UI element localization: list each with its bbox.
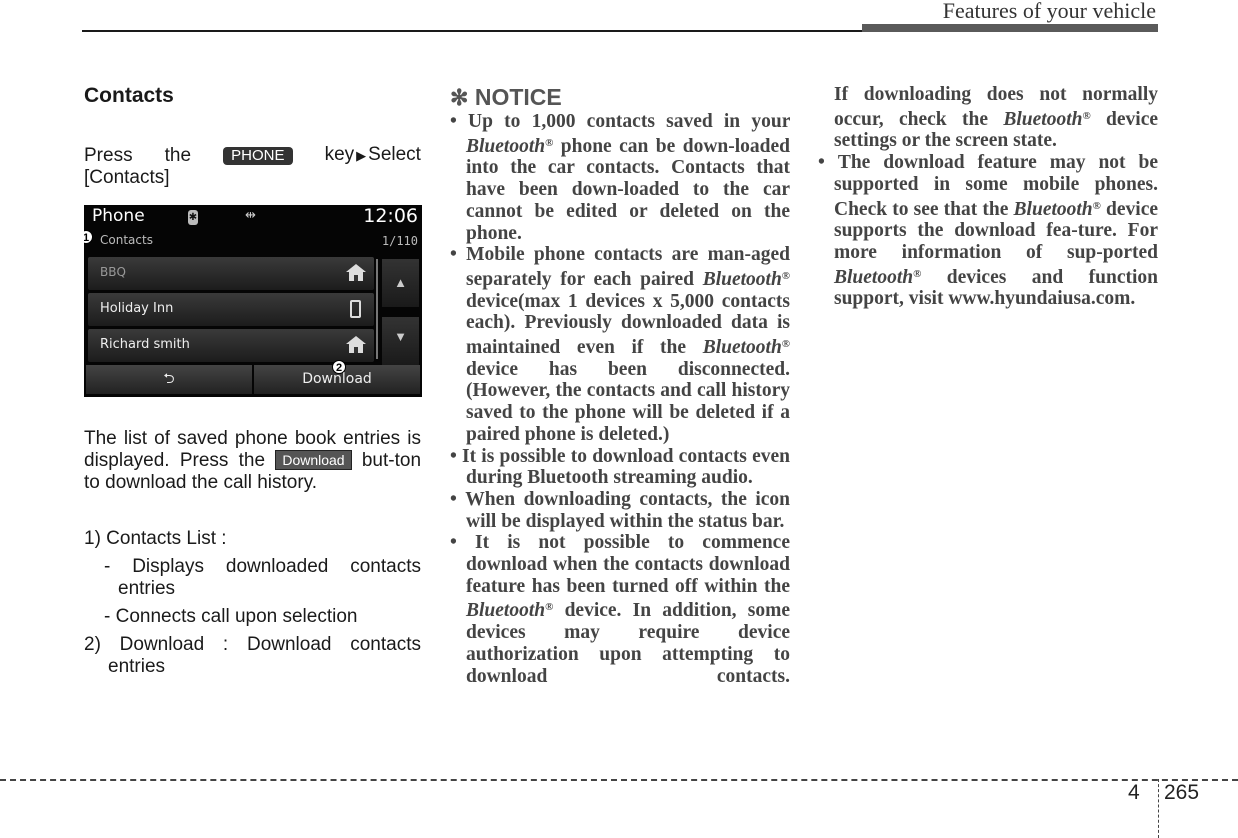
usb-icon: ⇹ bbox=[245, 207, 256, 222]
running-header: Features of your vehicle bbox=[942, 0, 1156, 23]
footer-divider bbox=[1158, 779, 1159, 838]
notice-bullet: • Mobile phone contacts are man-aged sep… bbox=[450, 244, 791, 445]
bluetooth-term: Bluetooth bbox=[834, 266, 914, 288]
notice-title-text: NOTICE bbox=[474, 84, 562, 110]
registered-mark: ® bbox=[1092, 199, 1101, 212]
notice-title: ✻ NOTICE bbox=[450, 84, 790, 111]
contact-item[interactable]: Holiday Inn bbox=[88, 293, 374, 326]
notice-bullet: • When downloading contacts, the icon wi… bbox=[450, 488, 790, 532]
instr-key-select: key ▶ Select bbox=[325, 144, 421, 167]
notice-text: It is possible to download contacts even… bbox=[462, 445, 790, 489]
callout-2: 2 bbox=[332, 360, 346, 374]
home-icon bbox=[346, 264, 366, 282]
bluetooth-term: Bluetooth bbox=[702, 337, 782, 359]
registered-mark: ® bbox=[913, 267, 922, 280]
scroll-up-button[interactable]: ▲ bbox=[382, 259, 419, 307]
instruction: Press the PHONE key ▶ Select [Contacts] bbox=[84, 144, 421, 189]
instr-the: the bbox=[164, 144, 192, 166]
header-bar bbox=[862, 24, 1158, 32]
screen-app-title: Phone bbox=[92, 206, 145, 226]
notice-bullet: • The download feature may not be suppor… bbox=[818, 152, 1159, 310]
asterisk-icon: ✻ bbox=[450, 85, 469, 110]
contact-item[interactable]: Richard smith bbox=[88, 329, 374, 362]
screen-bottom-bar: ⮌ Download bbox=[86, 365, 420, 394]
instr-press: Press bbox=[84, 144, 133, 166]
bluetooth-term: Bluetooth bbox=[702, 268, 782, 290]
feature-list: 1) Contacts List : - Displays downloaded… bbox=[84, 528, 421, 684]
home-icon bbox=[346, 336, 366, 354]
notice-bullet: • Up to 1,000 contacts saved in your Blu… bbox=[450, 111, 791, 244]
screen-clock: 12:06 bbox=[363, 205, 418, 227]
status-bar: Phone ✱ ⇹ 12:06 bbox=[84, 205, 422, 231]
phone-key-badge: PHONE bbox=[223, 146, 293, 165]
contacts-list: BBQ Holiday Inn Richard smith bbox=[88, 257, 374, 365]
list-item-1-sub-1: - Displays downloaded contacts entries bbox=[104, 556, 421, 599]
instr-select-word: Select bbox=[368, 144, 421, 165]
registered-mark: ® bbox=[1082, 109, 1091, 122]
notice-bullet: • It is possible to download contacts ev… bbox=[450, 445, 790, 489]
screen-sub-title: Contacts bbox=[100, 233, 153, 247]
phone-contacts-screen: Phone ✱ ⇹ 12:06 Contacts 1/110 BBQ Holid… bbox=[84, 205, 422, 397]
screen-subheader: Contacts 1/110 bbox=[84, 231, 422, 253]
bluetooth-term: Bluetooth bbox=[466, 600, 546, 622]
notice-text: Up to 1,000 contacts saved in your bbox=[468, 111, 790, 132]
contacts-section: Contacts Press the PHONE key ▶ Select [Con… bbox=[84, 84, 421, 189]
notice-continued: If downloading does not normally occur, … bbox=[818, 84, 1158, 310]
notice-bullet: • It is not possible to commence downloa… bbox=[450, 532, 791, 687]
page-number: 265 bbox=[1164, 781, 1200, 804]
instr-key-word: key bbox=[324, 144, 355, 165]
bluetooth-term: Bluetooth bbox=[1003, 108, 1083, 130]
footer-rule bbox=[0, 779, 1238, 781]
bluetooth-term: Bluetooth bbox=[466, 135, 546, 157]
scroll-down-button[interactable]: ▼ bbox=[382, 317, 419, 365]
instr-target: [Contacts] bbox=[84, 167, 170, 188]
notice-text: device has been disconnected. (However, … bbox=[466, 358, 790, 445]
section-title: Contacts bbox=[84, 84, 174, 107]
back-button[interactable]: ⮌ bbox=[86, 365, 252, 394]
list-item-1: 1) Contacts List : bbox=[84, 528, 227, 549]
arrow-right-icon: ▶ bbox=[356, 148, 367, 163]
contact-item[interactable]: BBQ bbox=[88, 257, 374, 290]
notice-body: • Up to 1,000 contacts saved in your Blu… bbox=[450, 111, 790, 687]
mobile-phone-icon bbox=[350, 300, 361, 318]
header-rule bbox=[82, 30, 862, 32]
registered-mark: ® bbox=[545, 136, 554, 149]
contact-name: BBQ bbox=[100, 265, 126, 279]
description: The list of saved phone book entries is … bbox=[84, 428, 421, 494]
list-scrollbar[interactable] bbox=[376, 259, 378, 359]
contact-name: Holiday Inn bbox=[100, 301, 174, 316]
contacts-count: 1/110 bbox=[381, 234, 418, 248]
registered-mark: ® bbox=[781, 338, 791, 351]
bluetooth-term: Bluetooth bbox=[1013, 198, 1093, 220]
registered-mark: ® bbox=[545, 601, 554, 614]
contact-name: Richard smith bbox=[100, 337, 190, 352]
list-item-2: 2) Download : Download contacts entries bbox=[84, 634, 421, 677]
notice-section: ✻ NOTICE • Up to 1,000 contacts saved in… bbox=[450, 84, 790, 687]
notice-continuation: If downloading does not normally occur, … bbox=[818, 84, 1158, 152]
notice-text: It is not possible to commence download … bbox=[466, 532, 790, 597]
notice-text: When downloading contacts, the icon will… bbox=[465, 488, 790, 532]
list-item-1-sub-2: - Connects call upon selection bbox=[104, 606, 358, 627]
download-badge: Download bbox=[275, 450, 352, 470]
chapter-number: 4 bbox=[1128, 781, 1140, 804]
registered-mark: ® bbox=[781, 269, 791, 282]
bluetooth-icon: ✱ bbox=[188, 210, 198, 225]
